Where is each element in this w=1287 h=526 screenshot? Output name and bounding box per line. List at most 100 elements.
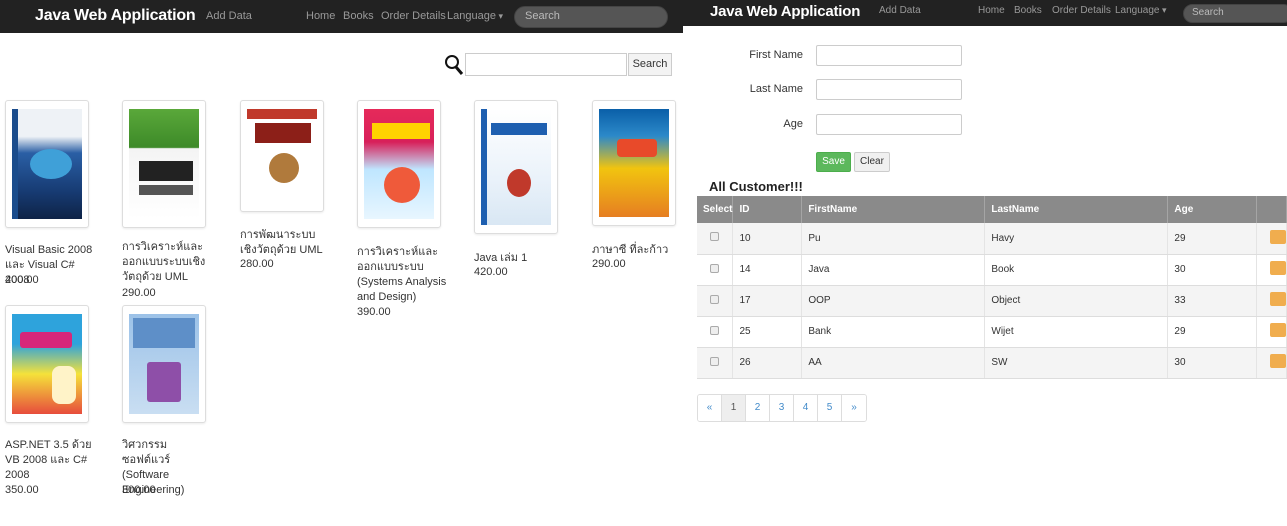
book-cover-image xyxy=(247,109,317,203)
book-thumbnail[interactable] xyxy=(592,100,676,226)
nav-order-details[interactable]: Order Details xyxy=(381,10,446,22)
nav-language-dropdown[interactable]: Language xyxy=(1115,5,1167,16)
book-title[interactable]: ASP.NET 3.5 ด้วย VB 2008 และ C# 2008 xyxy=(5,438,95,483)
book-price: 400.00 xyxy=(5,274,39,286)
nav-home[interactable]: Home xyxy=(978,5,1005,16)
column-header-age[interactable]: Age xyxy=(1167,196,1257,223)
book-thumbnail[interactable] xyxy=(240,100,324,212)
select-cell xyxy=(697,316,734,348)
last-name-field[interactable] xyxy=(816,79,962,100)
nav-search-input[interactable]: Search xyxy=(1183,4,1287,23)
column-header-id[interactable]: ID xyxy=(732,196,803,223)
actions-cell xyxy=(1256,254,1287,286)
firstname-cell: Pu xyxy=(801,223,986,255)
book-thumbnail[interactable] xyxy=(5,100,89,228)
select-cell xyxy=(697,347,734,379)
row-checkbox[interactable] xyxy=(710,325,719,335)
book-price: 390.00 xyxy=(357,306,391,318)
table-title: All Customer!!! xyxy=(709,179,803,194)
firstname-cell: AA xyxy=(801,347,986,379)
last-name-label: Last Name xyxy=(749,83,803,95)
row-checkbox[interactable] xyxy=(710,294,719,304)
top-navbar: Java Web Application Add Data Home Books… xyxy=(0,0,683,33)
nav-add-data[interactable]: Add Data xyxy=(206,10,252,22)
row-checkbox[interactable] xyxy=(710,263,719,273)
row-checkbox[interactable] xyxy=(710,356,719,366)
book-cover-image xyxy=(129,109,199,219)
nav-books[interactable]: Books xyxy=(1014,5,1042,16)
pager-next[interactable]: » xyxy=(842,395,866,421)
book-thumbnail[interactable] xyxy=(357,100,441,228)
book-title[interactable]: การวิเคราะห์และออกแบบระบบ (Systems Analy… xyxy=(357,245,447,305)
row-checkbox[interactable] xyxy=(710,232,719,242)
book-price: 300.00 xyxy=(122,484,156,496)
customer-table: Select ID FirstName LastName Age 10 Pu H… xyxy=(697,196,1287,379)
book-cover-image xyxy=(129,314,199,414)
edit-button[interactable] xyxy=(1270,354,1286,368)
age-cell: 33 xyxy=(1167,285,1257,317)
brand-logo[interactable]: Java Web Application xyxy=(35,7,196,25)
book-price: 280.00 xyxy=(240,258,274,270)
nav-language-dropdown[interactable]: Language xyxy=(447,10,503,22)
book-price: 290.00 xyxy=(122,287,156,299)
book-title[interactable]: การพัฒนาระบบเชิงวัตถุด้วย UML xyxy=(240,228,330,258)
lastname-cell: Havy xyxy=(984,223,1169,255)
book-title[interactable]: Java เล่ม 1 xyxy=(474,251,564,266)
brand-logo[interactable]: Java Web Application xyxy=(710,3,860,20)
nav-home[interactable]: Home xyxy=(306,10,335,22)
nav-order-details[interactable]: Order Details xyxy=(1052,5,1111,16)
book-thumbnail[interactable] xyxy=(122,305,206,423)
book-cover-image xyxy=(481,109,551,225)
book-cover-image xyxy=(364,109,434,219)
first-name-field[interactable] xyxy=(816,45,962,66)
lastname-cell: Book xyxy=(984,254,1169,286)
edit-button[interactable] xyxy=(1270,261,1286,275)
age-cell: 30 xyxy=(1167,254,1257,286)
book-title[interactable]: ภาษาซี ที่ละก้าว xyxy=(592,243,682,258)
book-thumbnail[interactable] xyxy=(122,100,206,228)
table-row: 14 Java Book 30 xyxy=(697,254,1287,286)
top-navbar: Java Web Application Add Data Home Books… xyxy=(683,0,1287,26)
book-thumbnail[interactable] xyxy=(5,305,89,423)
id-cell: 14 xyxy=(732,254,803,286)
search-button[interactable]: Search xyxy=(628,53,672,76)
column-header-firstname[interactable]: FirstName xyxy=(801,196,986,223)
book-price: 420.00 xyxy=(474,266,508,278)
nav-books[interactable]: Books xyxy=(343,10,374,22)
id-cell: 10 xyxy=(732,223,803,255)
select-cell xyxy=(697,285,734,317)
save-button[interactable]: Save xyxy=(816,152,851,172)
pager-page-5[interactable]: 5 xyxy=(818,395,842,421)
customer-panel: Java Web Application Add Data Home Books… xyxy=(683,0,1287,526)
select-cell xyxy=(697,223,734,255)
pager-page-1[interactable]: 1 xyxy=(722,395,746,421)
column-header-select: Select xyxy=(697,196,734,223)
edit-button[interactable] xyxy=(1270,229,1286,244)
book-title[interactable]: การวิเคราะห์และออกแบบระบบเชิงวัตถุด้วย U… xyxy=(122,240,212,285)
pager-page-2[interactable]: 2 xyxy=(746,395,770,421)
lastname-cell: Wijet xyxy=(984,316,1169,348)
nav-search-input[interactable]: Search xyxy=(514,6,668,28)
clear-button[interactable]: Clear xyxy=(854,152,890,172)
actions-cell xyxy=(1256,223,1287,255)
age-cell: 29 xyxy=(1167,316,1257,348)
nav-add-data[interactable]: Add Data xyxy=(879,5,921,16)
pager-page-3[interactable]: 3 xyxy=(770,395,794,421)
book-price: 350.00 xyxy=(5,484,39,496)
bookstore-panel: Java Web Application Add Data Home Books… xyxy=(0,0,683,526)
table-row: 10 Pu Havy 29 xyxy=(697,223,1287,255)
table-header-row: Select ID FirstName LastName Age xyxy=(697,196,1287,223)
edit-button[interactable] xyxy=(1270,292,1286,306)
first-name-label: First Name xyxy=(749,49,803,61)
book-search-input[interactable] xyxy=(465,53,627,76)
pager-page-4[interactable]: 4 xyxy=(794,395,818,421)
book-thumbnail[interactable] xyxy=(474,100,558,234)
actions-cell xyxy=(1256,347,1287,379)
age-field[interactable] xyxy=(816,114,962,135)
column-header-lastname[interactable]: LastName xyxy=(984,196,1169,223)
firstname-cell: Bank xyxy=(801,316,986,348)
edit-button[interactable] xyxy=(1270,323,1286,337)
book-cover-image xyxy=(12,109,82,219)
pager-prev[interactable]: « xyxy=(698,395,722,421)
id-cell: 26 xyxy=(732,347,803,379)
